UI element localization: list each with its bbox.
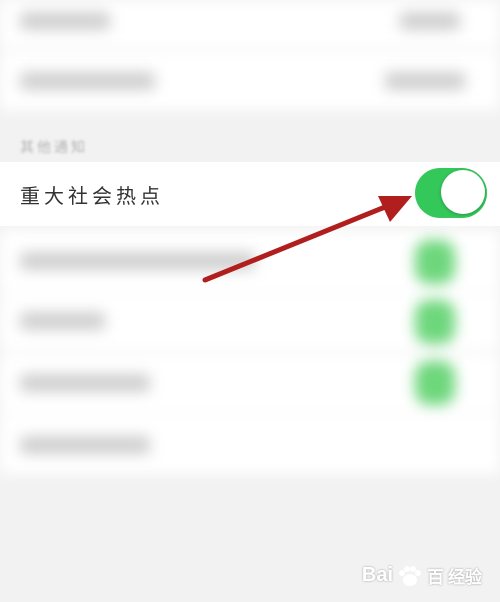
pointer-arrow-icon (202, 196, 412, 283)
watermark-brand-2: 百 (427, 568, 444, 588)
baidu-jingyan-watermark: Bai 百 经验 (362, 563, 482, 588)
watermark-brand: Bai (361, 564, 393, 586)
paw-icon (399, 565, 421, 586)
watermark-sub: 经验 (448, 568, 482, 588)
